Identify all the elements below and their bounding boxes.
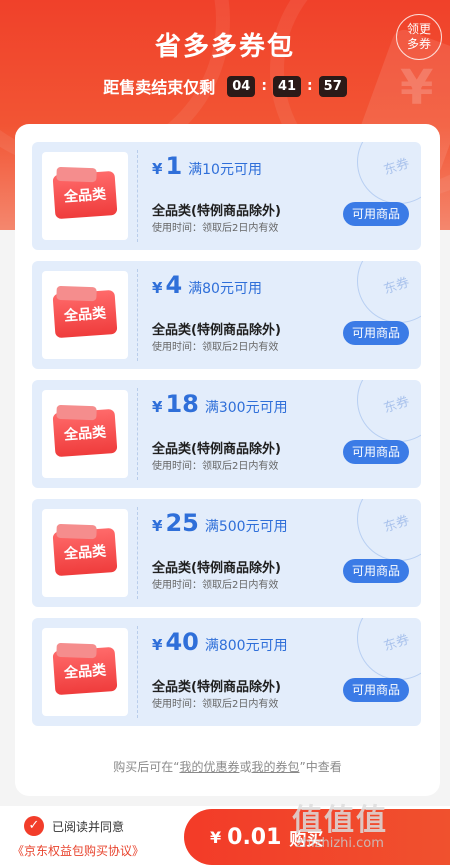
coupon-thumb: 全品类 bbox=[42, 390, 128, 478]
countdown-label: 距售卖结束仅剩 bbox=[103, 78, 216, 97]
coupon-validity: 使用时间：领取后2日内有效 bbox=[152, 580, 279, 591]
more-coupons-line1: 领更 bbox=[406, 22, 431, 36]
coupon-thumb: 全品类 bbox=[42, 509, 128, 597]
checkmark-icon[interactable]: ✓ bbox=[24, 816, 44, 836]
coupon-amount: ¥ 40 满800元可用 bbox=[152, 628, 288, 656]
coupon-scope: 全品类(特例商品除外) bbox=[152, 680, 281, 695]
coupon-amount: ¥ 18 满300元可用 bbox=[152, 390, 288, 418]
coupon-scope: 全品类(特例商品除外) bbox=[152, 561, 281, 576]
coupon-value: 1 bbox=[165, 152, 183, 180]
coupon-amount: ¥ 25 满500元可用 bbox=[152, 509, 288, 537]
ticket-label: 全品类 bbox=[63, 186, 107, 206]
coupon-scope: 全品类(特例商品除外) bbox=[152, 204, 281, 219]
coupon-divider bbox=[137, 269, 138, 361]
coupon-thumb: 全品类 bbox=[42, 628, 128, 716]
coupon-scope: 全品类(特例商品除外) bbox=[152, 323, 281, 338]
coupon-divider bbox=[137, 507, 138, 599]
countdown-separator: : bbox=[261, 78, 267, 94]
ticket-label: 全品类 bbox=[63, 424, 107, 444]
coupon-card[interactable]: 东券 全品类 ¥ 18 满300元可用 全品类(特例商品除外) 使用时间：领取后… bbox=[32, 380, 421, 488]
coupon-condition: 满80元可用 bbox=[188, 281, 262, 297]
coupon-value: 40 bbox=[165, 628, 199, 656]
coupon-divider bbox=[137, 388, 138, 480]
agreement-row[interactable]: ✓ 已阅读并同意 bbox=[24, 816, 124, 836]
coupon-currency: ¥ bbox=[152, 279, 163, 297]
coupon-amount: ¥ 1 满10元可用 bbox=[152, 152, 262, 180]
view-hint-middle: 或 bbox=[239, 760, 252, 774]
watermark-logo: 值值值 bbox=[292, 803, 388, 838]
my-coupon-pack-link[interactable]: 我的券包 bbox=[252, 760, 300, 774]
buy-price: 0.01 bbox=[227, 824, 282, 850]
countdown-minutes: 41 bbox=[272, 75, 302, 97]
coupon-currency: ¥ bbox=[152, 160, 163, 178]
coupon-panel: 东券 全品类 ¥ 1 满10元可用 全品类(特例商品除外) 使用时间：领取后2日… bbox=[15, 124, 440, 796]
coupon-condition: 满10元可用 bbox=[188, 162, 262, 178]
more-coupons-button[interactable]: 领更 多券 bbox=[396, 14, 442, 60]
coupon-card[interactable]: 东券 全品类 ¥ 25 满500元可用 全品类(特例商品除外) 使用时间：领取后… bbox=[32, 499, 421, 607]
coupon-currency: ¥ bbox=[152, 636, 163, 654]
ticket-label: 全品类 bbox=[63, 662, 107, 682]
my-coupons-link[interactable]: 我的优惠券 bbox=[179, 760, 239, 774]
watermark-url: zhizhizhi.com bbox=[296, 836, 384, 851]
coupon-value: 25 bbox=[165, 509, 199, 537]
purchase-agreement-link[interactable]: 《京东权益包购买协议》 bbox=[12, 842, 144, 859]
countdown-seconds: 57 bbox=[318, 75, 347, 97]
available-products-button[interactable]: 可用商品 bbox=[343, 559, 409, 583]
more-coupons-line2: 多券 bbox=[406, 37, 431, 51]
coupon-condition: 满800元可用 bbox=[204, 638, 288, 654]
ticket-icon: 全品类 bbox=[52, 646, 118, 696]
coupon-card[interactable]: 东券 全品类 ¥ 4 满80元可用 全品类(特例商品除外) 使用时间：领取后2日… bbox=[32, 261, 421, 369]
coupon-condition: 满500元可用 bbox=[204, 519, 288, 535]
ticket-label: 全品类 bbox=[63, 543, 107, 563]
coupon-divider bbox=[137, 150, 138, 242]
coupon-condition: 满300元可用 bbox=[204, 400, 288, 416]
ticket-icon: 全品类 bbox=[52, 408, 118, 458]
coupon-thumb: 全品类 bbox=[42, 152, 128, 240]
coupon-validity: 使用时间：领取后2日内有效 bbox=[152, 342, 279, 353]
page-title: 省多多券包 bbox=[154, 32, 295, 62]
available-products-button[interactable]: 可用商品 bbox=[343, 321, 409, 345]
coupon-currency: ¥ bbox=[152, 398, 163, 416]
coupon-card[interactable]: 东券 全品类 ¥ 40 满800元可用 全品类(特例商品除外) 使用时间：领取后… bbox=[32, 618, 421, 726]
countdown: 距售卖结束仅剩 04 : 41 : 57 bbox=[0, 74, 450, 98]
view-hint-prefix: 购买后可在“ bbox=[113, 760, 180, 774]
available-products-button[interactable]: 可用商品 bbox=[343, 678, 409, 702]
coupon-amount: ¥ 4 满80元可用 bbox=[152, 271, 262, 299]
coupon-validity: 使用时间：领取后2日内有效 bbox=[152, 699, 279, 710]
view-hint-suffix: ”中查看 bbox=[299, 760, 342, 774]
coupon-divider bbox=[137, 626, 138, 718]
ticket-icon: 全品类 bbox=[52, 289, 118, 339]
coupon-thumb: 全品类 bbox=[42, 271, 128, 359]
countdown-separator: : bbox=[307, 78, 313, 94]
coupon-scope: 全品类(特例商品除外) bbox=[152, 442, 281, 457]
coupon-value: 4 bbox=[165, 271, 183, 299]
coupon-validity: 使用时间：领取后2日内有效 bbox=[152, 461, 279, 472]
available-products-button[interactable]: 可用商品 bbox=[343, 202, 409, 226]
available-products-button[interactable]: 可用商品 bbox=[343, 440, 409, 464]
countdown-hours: 04 bbox=[227, 75, 256, 97]
ticket-icon: 全品类 bbox=[52, 527, 118, 577]
buy-price-symbol: ¥ bbox=[210, 827, 222, 847]
coupon-currency: ¥ bbox=[152, 517, 163, 535]
coupon-validity: 使用时间：领取后2日内有效 bbox=[152, 223, 279, 234]
coupon-card[interactable]: 东券 全品类 ¥ 1 满10元可用 全品类(特例商品除外) 使用时间：领取后2日… bbox=[32, 142, 421, 250]
ticket-label: 全品类 bbox=[63, 305, 107, 325]
ticket-icon: 全品类 bbox=[52, 170, 118, 220]
coupon-value: 18 bbox=[165, 390, 199, 418]
agreement-text: 已阅读并同意 bbox=[52, 819, 125, 834]
view-hint: 购买后可在“我的优惠券或我的券包”中查看 bbox=[15, 758, 440, 775]
